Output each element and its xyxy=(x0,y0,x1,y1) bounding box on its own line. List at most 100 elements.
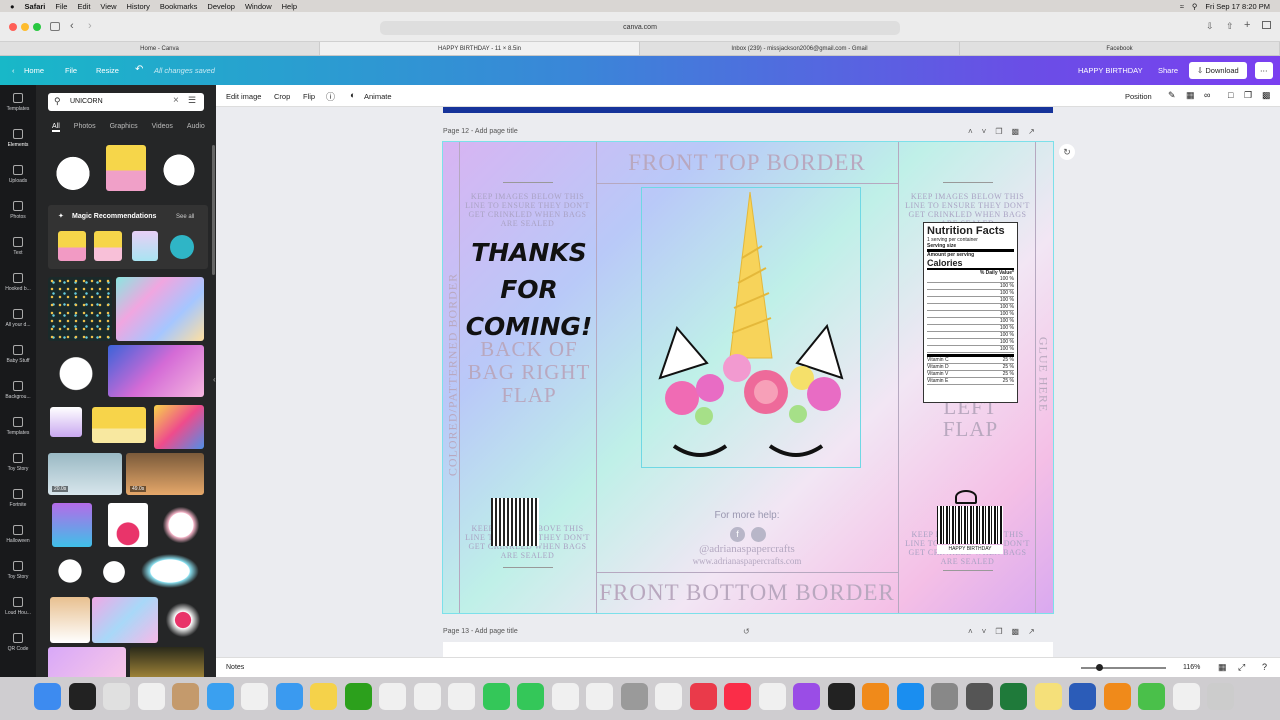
zoom-slider-thumb[interactable] xyxy=(1096,664,1103,671)
unicorn-graphic-3[interactable] xyxy=(48,345,104,397)
keep-images-text-1[interactable]: KEEP IMAGES BELOW THIS LINE TO ENSURE TH… xyxy=(465,192,590,228)
page-12-canvas[interactable]: FRONT TOP BORDER FRONT BOTTOM BORDER COL… xyxy=(442,141,1054,614)
dock-app-icon[interactable] xyxy=(103,683,130,710)
wifi-icon[interactable]: ≈ xyxy=(1180,2,1184,11)
dock-app-icon[interactable] xyxy=(551,683,579,710)
handle-text[interactable]: @adrianaspapercrafts xyxy=(596,543,898,555)
nutrition-facts-label[interactable]: Nutrition Facts 1 serving per container … xyxy=(923,222,1018,403)
duplicate-icon[interactable]: ❐ xyxy=(1244,90,1252,101)
dock-app-icon[interactable] xyxy=(655,683,682,710)
rail-item-loud-hou[interactable]: Loud Hou... xyxy=(0,597,36,616)
pages-grid-icon[interactable]: ▦ xyxy=(1218,662,1227,673)
holographic-background[interactable] xyxy=(116,277,204,341)
zoom-window-button[interactable] xyxy=(33,23,41,31)
forward-icon[interactable]: › xyxy=(88,20,92,32)
magic-thumb-4[interactable] xyxy=(170,235,194,259)
animate-button[interactable]: Animate xyxy=(364,92,392,101)
download-icon[interactable]: ⇩ xyxy=(1206,21,1214,32)
menu-help[interactable]: Help xyxy=(282,2,297,11)
rail-item-templates[interactable]: Templates xyxy=(0,417,36,436)
search-icon[interactable]: ⚲ xyxy=(1192,2,1198,11)
home-button[interactable]: Home xyxy=(24,66,44,75)
share-button[interactable]: Share xyxy=(1158,66,1178,75)
menu-develop[interactable]: Develop xyxy=(207,2,235,11)
rail-item-hooked-b[interactable]: Hooked b... xyxy=(0,273,36,292)
gold-sparkle-photo[interactable] xyxy=(130,647,204,680)
barcode[interactable] xyxy=(937,506,1003,544)
rail-item-toy-story[interactable]: Toy Story xyxy=(0,561,36,580)
dock-app-icon[interactable] xyxy=(379,683,406,710)
crop-button[interactable]: Crop xyxy=(274,92,290,101)
thanks-for-coming-text[interactable]: THANKS FOR COMING! xyxy=(465,234,593,345)
zoom-level[interactable]: 116% xyxy=(1183,664,1200,671)
front-bottom-border-text[interactable]: FRONT BOTTOM BORDER xyxy=(596,580,898,606)
tab-graphics[interactable]: Graphics xyxy=(110,123,138,132)
dock-app-icon[interactable] xyxy=(620,683,648,710)
galaxy-background[interactable] xyxy=(108,345,204,397)
undo-icon[interactable]: ↶ xyxy=(135,64,143,75)
unicorn-graphic-4[interactable] xyxy=(52,503,92,547)
unicorn-graphic-1[interactable] xyxy=(48,147,98,191)
tab-happy-birthday[interactable]: HAPPY BIRTHDAY - 11 × 8.5in xyxy=(320,42,640,55)
magic-thumb-2[interactable] xyxy=(94,231,122,261)
unicorn-ears-graphic[interactable] xyxy=(50,407,82,437)
rail-item-all-your-d[interactable]: All your d... xyxy=(0,309,36,328)
download-button[interactable]: ⇩ Download xyxy=(1189,62,1247,79)
rail-item-text[interactable]: Text xyxy=(0,237,36,256)
dock-app-icon[interactable] xyxy=(1138,683,1165,710)
dock-app-icon[interactable] xyxy=(965,683,993,710)
unicorn-heart-graphic[interactable] xyxy=(108,503,148,547)
menu-history[interactable]: History xyxy=(127,2,150,11)
rotate-handle-icon[interactable]: ↻ xyxy=(1059,144,1075,160)
pastel-background[interactable] xyxy=(92,597,158,643)
unicorn-lying-graphic[interactable] xyxy=(136,551,204,591)
tab-overview-icon[interactable] xyxy=(1262,21,1271,29)
unicorn-graphic-2[interactable] xyxy=(154,147,204,193)
qr-code[interactable] xyxy=(491,498,539,546)
filter-icon[interactable]: ☰ xyxy=(188,95,196,106)
zoom-slider[interactable] xyxy=(1081,667,1166,669)
menu-window[interactable]: Window xyxy=(245,2,272,11)
dock-app-icon[interactable] xyxy=(241,683,268,710)
menu-bookmarks[interactable]: Bookmarks xyxy=(160,2,198,11)
dock-app-icon[interactable] xyxy=(1034,683,1062,710)
dock-app-icon[interactable] xyxy=(310,683,337,710)
dock-app-icon[interactable] xyxy=(586,683,613,710)
tab-audio[interactable]: Audio xyxy=(187,123,205,132)
magic-thumb-3[interactable] xyxy=(132,231,158,261)
rail-item-photos[interactable]: Photos xyxy=(0,201,36,220)
confetti-pattern[interactable] xyxy=(48,277,112,341)
menu-file[interactable]: File xyxy=(55,2,67,11)
notes-button[interactable]: Notes xyxy=(226,664,244,671)
dock-app-icon[interactable] xyxy=(1069,683,1096,710)
dock-app-icon[interactable] xyxy=(344,683,372,710)
home-chevron-icon[interactable]: ‹ xyxy=(12,66,15,75)
magic-thumb-1[interactable] xyxy=(58,231,86,261)
apple-icon[interactable]: ● xyxy=(10,2,15,11)
file-button[interactable]: File xyxy=(65,66,77,75)
sidebar-icon[interactable] xyxy=(50,22,60,31)
dock-app-icon[interactable] xyxy=(275,683,303,710)
clear-icon[interactable]: × xyxy=(173,95,179,106)
dock-app-icon[interactable] xyxy=(758,683,786,710)
rainbow-unicorn-graphic[interactable] xyxy=(154,405,204,449)
rail-item-qr-code[interactable]: QR Code xyxy=(0,633,36,652)
unicorn-horn-graphic[interactable] xyxy=(106,145,146,191)
tab-videos[interactable]: Videos xyxy=(152,123,173,132)
colored-border-text[interactable]: COLORED/PATTERNED BORDER xyxy=(446,260,461,490)
dock-app-icon[interactable] xyxy=(206,683,234,710)
front-top-border-text[interactable]: FRONT TOP BORDER xyxy=(596,150,898,176)
page-13-canvas[interactable] xyxy=(443,642,1053,657)
search-input[interactable]: UNICORN xyxy=(48,93,204,111)
rail-item-fortnite[interactable]: Fortnite xyxy=(0,489,36,508)
dock-app-icon[interactable] xyxy=(137,683,165,710)
paint-format-icon[interactable]: ✎ xyxy=(1168,90,1176,101)
tab-all[interactable]: All xyxy=(52,123,60,132)
address-bar[interactable]: canva.com xyxy=(380,21,900,35)
facebook-icon[interactable]: f xyxy=(730,527,745,542)
resize-button[interactable]: Resize xyxy=(96,66,119,75)
dock-app-icon[interactable] xyxy=(34,683,61,710)
tab-photos[interactable]: Photos xyxy=(74,123,96,132)
dock-app-icon[interactable] xyxy=(1207,683,1234,710)
page-12-title[interactable]: Page 12 - Add page title xyxy=(443,128,518,135)
